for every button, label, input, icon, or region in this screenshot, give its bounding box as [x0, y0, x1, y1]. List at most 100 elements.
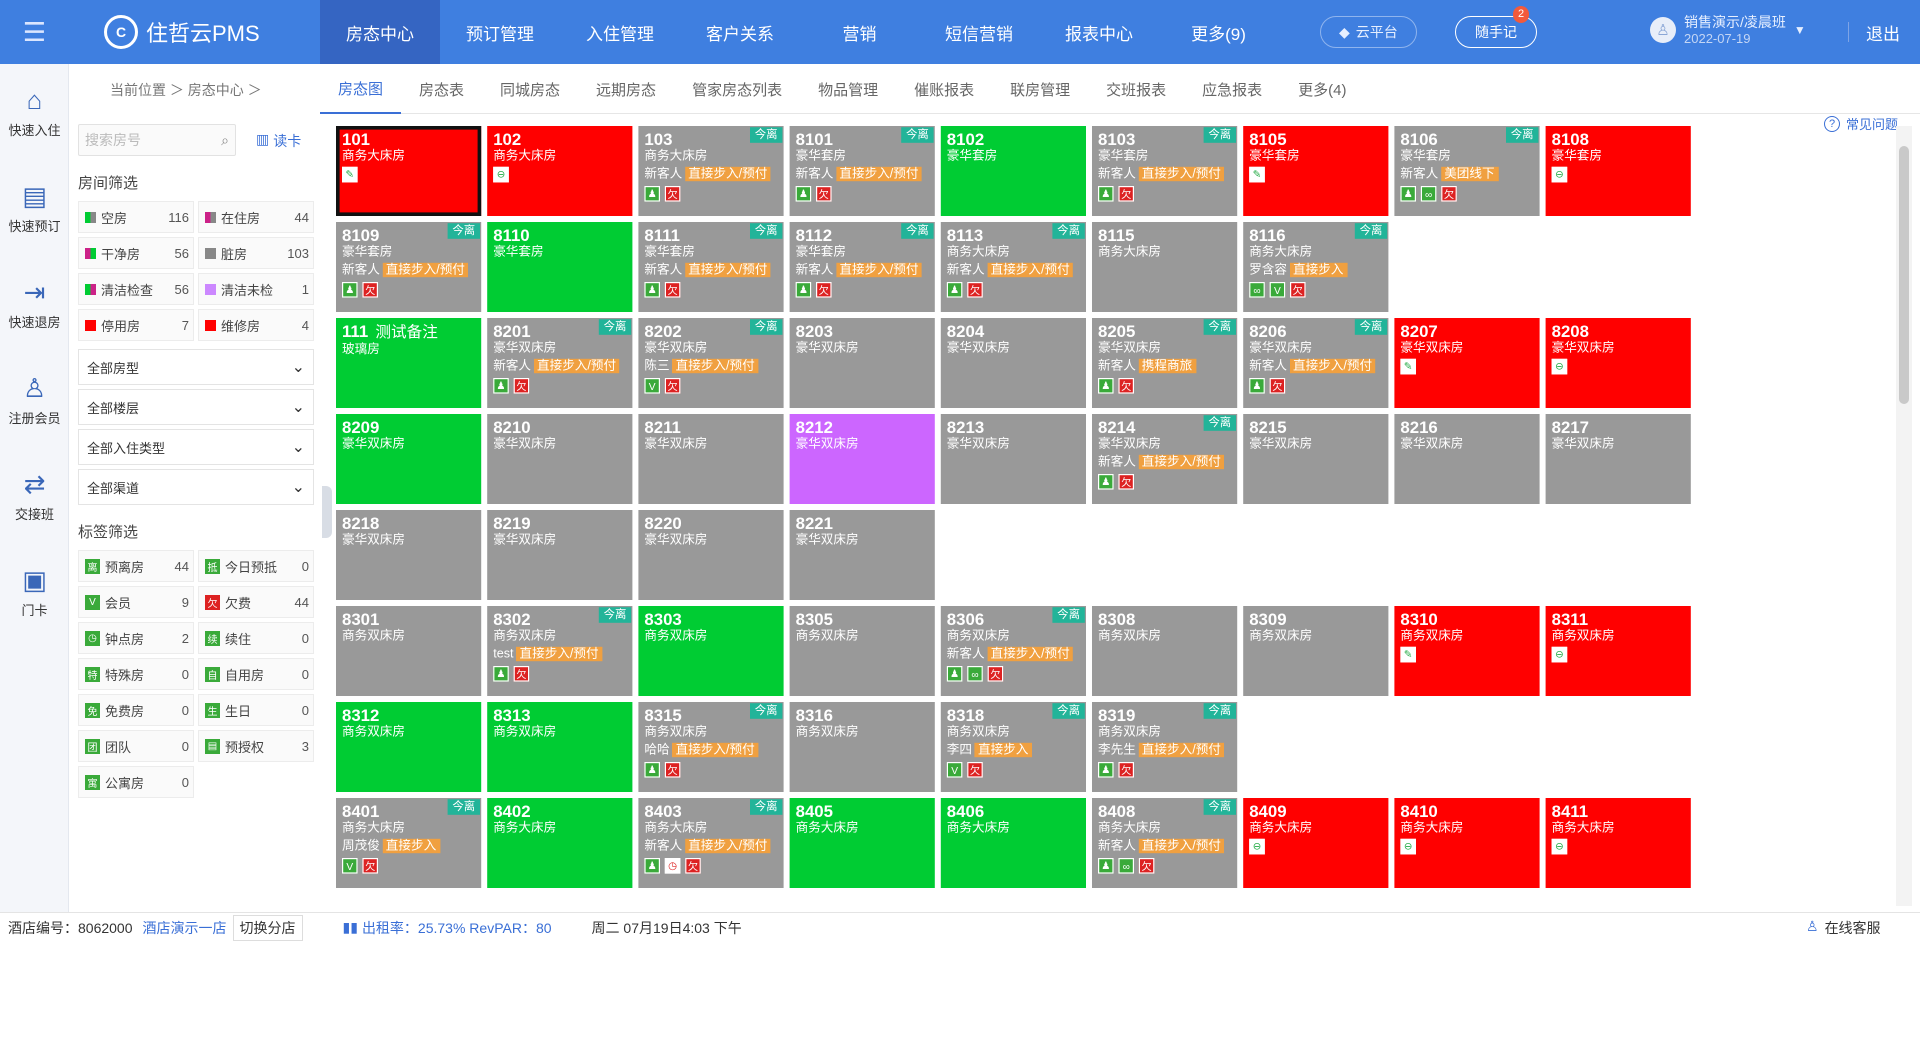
room-card[interactable]: 8316 商务双床房	[789, 702, 935, 792]
room-filter-item[interactable]: 脏房 103	[198, 237, 314, 269]
tab-7[interactable]: 联房管理	[992, 64, 1088, 114]
room-card[interactable]: 8116 商务大床房 今离 罗含容 直接步入 ∞ V 欠	[1243, 222, 1389, 312]
nav-item-2[interactable]: 入住管理	[560, 0, 680, 64]
online-service-button[interactable]: ♙ 在线客服	[1806, 918, 1881, 938]
room-card[interactable]: 8315 商务双床房 今离 哈哈 直接步入/预付 ♟ 欠	[638, 702, 784, 792]
menu-toggle-icon[interactable]: ☰	[0, 0, 69, 64]
room-card[interactable]: 8313 商务双床房	[487, 702, 633, 792]
room-card[interactable]: 111 测试备注 玻璃房	[336, 318, 482, 408]
room-filter-item[interactable]: 清洁未检 1	[198, 273, 314, 305]
room-card[interactable]: 8206 豪华双床房 今离 新客人 直接步入/预付 ♟ 欠	[1243, 318, 1389, 408]
tab-1[interactable]: 房态表	[401, 64, 482, 114]
room-card[interactable]: 8112 豪华套房 今离 新客人 直接步入/预付 ♟ 欠	[789, 222, 935, 312]
room-filter-item[interactable]: 干净房 56	[78, 237, 194, 269]
room-card[interactable]: 8220 豪华双床房	[638, 510, 784, 600]
room-card[interactable]: 8103 豪华套房 今离 新客人 直接步入/预付 ♟ 欠	[1092, 126, 1238, 216]
nav-item-1[interactable]: 预订管理	[440, 0, 560, 64]
nav-item-3[interactable]: 客户关系	[680, 0, 800, 64]
quick-shift[interactable]: ⇄ 交接班	[0, 448, 69, 544]
room-card[interactable]: 8202 豪华双床房 今离 陈三 直接步入/预付 V 欠	[638, 318, 784, 408]
room-card[interactable]: 8111 豪华套房 今离 新客人 直接步入/预付 ♟ 欠	[638, 222, 784, 312]
room-card[interactable]: 8309 商务双床房	[1243, 606, 1389, 696]
room-card[interactable]: 8410 商务大床房 ⊖	[1394, 798, 1540, 888]
filter-select[interactable]: 全部房型 ⌄	[78, 349, 314, 385]
room-card[interactable]: 8406 商务大床房	[940, 798, 1086, 888]
filter-select[interactable]: 全部楼层 ⌄	[78, 389, 314, 425]
room-card[interactable]: 102 商务大床房 ⊖	[487, 126, 633, 216]
tag-filter-item[interactable]: 团团队 0	[78, 730, 194, 762]
room-filter-item[interactable]: 维修房 4	[198, 309, 314, 341]
quick-booking[interactable]: ▤ 快速预订	[0, 160, 69, 256]
room-card[interactable]: 8201 豪华双床房 今离 新客人 直接步入/预付 ♟ 欠	[487, 318, 633, 408]
room-filter-item[interactable]: 停用房 7	[78, 309, 194, 341]
room-card[interactable]: 101 商务大床房 ✎	[336, 126, 482, 216]
room-card[interactable]: 8113 商务大床房 今离 新客人 直接步入/预付 ♟ 欠	[940, 222, 1086, 312]
room-card[interactable]: 8106 豪华套房 今离 新客人 美团线下 ♟ ∞ 欠	[1394, 126, 1540, 216]
room-card[interactable]: 8311 商务双床房 ⊖	[1545, 606, 1691, 696]
tag-filter-item[interactable]: 自自用房 0	[198, 658, 314, 690]
tab-3[interactable]: 远期房态	[578, 64, 674, 114]
app-logo[interactable]: C 住哲云PMS	[104, 0, 260, 64]
tag-filter-item[interactable]: 欠欠费 44	[198, 586, 314, 618]
cloud-platform-button[interactable]: ◆ 云平台	[1320, 16, 1417, 48]
room-card[interactable]: 8221 豪华双床房	[789, 510, 935, 600]
tab-9[interactable]: 应急报表	[1184, 64, 1280, 114]
nav-item-5[interactable]: 短信营销	[919, 0, 1039, 64]
room-card[interactable]: 8208 豪华双床房 ⊖	[1545, 318, 1691, 408]
room-card[interactable]: 8218 豪华双床房	[336, 510, 482, 600]
room-card[interactable]: 8219 豪华双床房	[487, 510, 633, 600]
collapse-panel-handle[interactable]	[322, 486, 332, 538]
logout-button[interactable]: 退出	[1866, 0, 1900, 64]
tag-filter-item[interactable]: 续续住 0	[198, 622, 314, 654]
room-card[interactable]: 8108 豪华套房 ⊖	[1545, 126, 1691, 216]
tag-filter-item[interactable]: ◷ 钟点房 2	[78, 622, 194, 654]
room-card[interactable]: 8319 商务双床房 今离 李先生 直接步入/预付 ♟ 欠	[1092, 702, 1238, 792]
tag-filter-item[interactable]: 离预离房 44	[78, 550, 194, 582]
tag-filter-item[interactable]: 特特殊房 0	[78, 658, 194, 690]
room-card[interactable]: 8303 商务双床房	[638, 606, 784, 696]
room-filter-item[interactable]: 清洁检查 56	[78, 273, 194, 305]
room-card[interactable]: 8403 商务大床房 今离 新客人 直接步入/预付 ♟ ◷ 欠	[638, 798, 784, 888]
room-card[interactable]: 8308 商务双床房	[1092, 606, 1238, 696]
room-card[interactable]: 8408 商务大床房 今离 新客人 直接步入/预付 ♟ ∞ 欠	[1092, 798, 1238, 888]
tag-filter-item[interactable]: 抵今日预抵 0	[198, 550, 314, 582]
tab-0[interactable]: 房态图	[320, 64, 402, 114]
room-card[interactable]: 8306 商务双床房 今离 新客人 直接步入/预付 ♟ ∞ 欠	[940, 606, 1086, 696]
room-card[interactable]: 8110 豪华套房	[487, 222, 633, 312]
tab-5[interactable]: 物品管理	[800, 64, 896, 114]
quick-checkout[interactable]: ⇥ 快速退房	[0, 256, 69, 352]
tab-4[interactable]: 管家房态列表	[674, 64, 800, 114]
room-card[interactable]: 8213 豪华双床房	[940, 414, 1086, 504]
scrollbar-thumb[interactable]	[1899, 146, 1909, 404]
tag-filter-item[interactable]: ▤ 预授权 3	[198, 730, 314, 762]
tag-filter-item[interactable]: 寓公寓房 0	[78, 766, 194, 798]
nav-item-7[interactable]: 更多(9)	[1159, 0, 1278, 64]
room-card[interactable]: 8212 豪华双床房	[789, 414, 935, 504]
room-card[interactable]: 8216 豪华双床房	[1394, 414, 1540, 504]
room-card[interactable]: 8115 商务大床房	[1092, 222, 1238, 312]
tag-filter-item[interactable]: 生生日 0	[198, 694, 314, 726]
room-card[interactable]: 8409 商务大床房 ⊖	[1243, 798, 1389, 888]
nav-item-0[interactable]: 房态中心	[320, 0, 440, 64]
room-card[interactable]: 8102 豪华套房	[940, 126, 1086, 216]
nav-item-6[interactable]: 报表中心	[1039, 0, 1159, 64]
room-card[interactable]: 8214 豪华双床房 今离 新客人 直接步入/预付 ♟ 欠	[1092, 414, 1238, 504]
room-card[interactable]: 8109 豪华套房 今离 新客人 直接步入/预付 ♟ 欠	[336, 222, 482, 312]
tag-filter-item[interactable]: V 会员 9	[78, 586, 194, 618]
room-card[interactable]: 8101 豪华套房 今离 新客人 直接步入/预付 ♟ 欠	[789, 126, 935, 216]
room-card[interactable]: 8411 商务大床房 ⊖	[1545, 798, 1691, 888]
filter-select[interactable]: 全部渠道 ⌄	[78, 469, 314, 505]
tag-filter-item[interactable]: 免免费房 0	[78, 694, 194, 726]
room-filter-item[interactable]: 空房 116	[78, 201, 194, 233]
room-card[interactable]: 8210 豪华双床房	[487, 414, 633, 504]
room-card[interactable]: 8402 商务大床房	[487, 798, 633, 888]
quick-doorcard[interactable]: ▣ 门卡	[0, 544, 69, 640]
room-card[interactable]: 8302 商务双床房 今离 test 直接步入/预付 ♟ 欠	[487, 606, 633, 696]
quick-member[interactable]: ♙ 注册会员	[0, 352, 69, 448]
room-card[interactable]: 8205 豪华双床房 今离 新客人 携程商旅 ♟ 欠	[1092, 318, 1238, 408]
tab-8[interactable]: 交班报表	[1088, 64, 1184, 114]
user-menu[interactable]: ♙ 销售演示/凌晨班 2022-07-19 ▼	[1650, 14, 1806, 46]
tab-6[interactable]: 催账报表	[896, 64, 992, 114]
room-card[interactable]: 8305 商务双床房	[789, 606, 935, 696]
tab-2[interactable]: 同城房态	[482, 64, 578, 114]
